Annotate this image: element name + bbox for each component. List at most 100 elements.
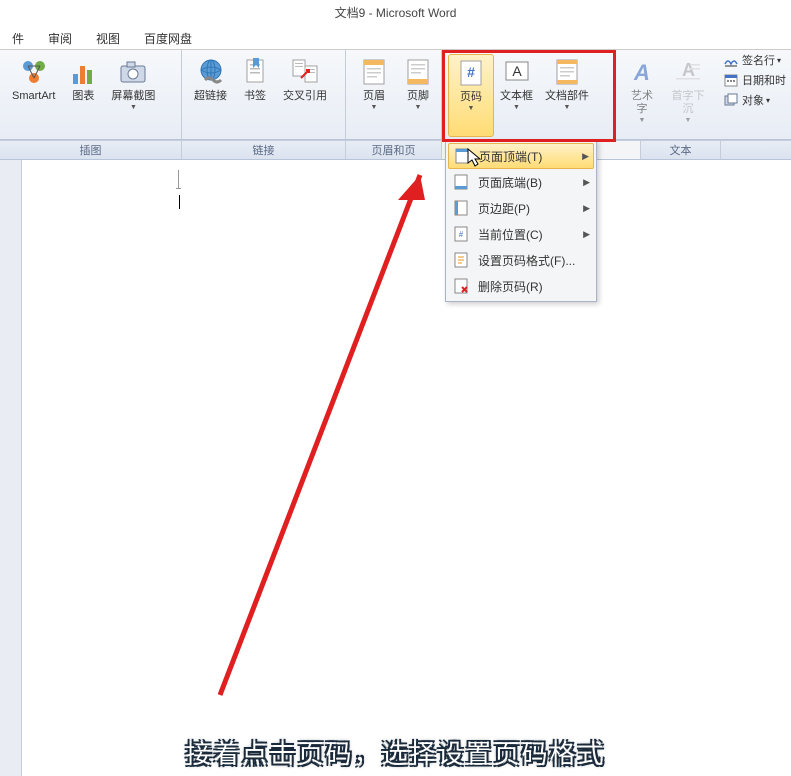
page-icon <box>452 173 470 191</box>
label: SmartArt <box>12 90 55 103</box>
header-icon <box>358 56 390 88</box>
smartart-button[interactable]: SmartArt <box>6 54 61 137</box>
label: 文档部件 <box>545 90 589 103</box>
textbox-button[interactable]: A 文本框 ▼ <box>494 54 539 137</box>
label: 艺术字 <box>626 90 658 116</box>
label: 文本框 <box>500 90 533 103</box>
screenshot-button[interactable]: 屏幕截图 ▼ <box>105 54 161 137</box>
pagenum-icon: # <box>455 57 487 89</box>
chevron-down-icon: ▼ <box>513 104 520 111</box>
remove-icon <box>452 277 470 295</box>
submenu-arrow-icon: ▶ <box>582 151 589 162</box>
signature-icon <box>723 52 739 68</box>
label: 首字下沉 <box>670 90 706 116</box>
menu-current[interactable]: # 当前位置(C) ▶ <box>448 221 594 247</box>
bookmark-button[interactable]: 书签 <box>233 54 277 137</box>
ruler-margin <box>0 160 22 776</box>
svg-text:A: A <box>682 60 695 80</box>
hyperlink-button[interactable]: 超链接 <box>188 54 233 137</box>
crossref-icon <box>289 56 321 88</box>
pagenum-dropdown: 页面顶端(T) ▶ 页面底端(B) ▶ 页边距(P) ▶ # 当前位置(C) ▶… <box>445 140 597 302</box>
menu-item[interactable]: 件 <box>0 26 36 49</box>
menu-item[interactable]: 视图 <box>84 26 132 49</box>
label: 页面底端(B) <box>478 174 542 191</box>
label: 删除页码(R) <box>478 278 543 295</box>
svg-text:A: A <box>512 63 522 79</box>
title-bar: 文档9 - Microsoft Word <box>0 0 791 26</box>
menu-margin[interactable]: 页边距(P) ▶ <box>448 195 594 221</box>
label: 对象 <box>742 92 764 108</box>
group-label-text: 文本 <box>641 141 721 159</box>
label: 页面顶端(T) <box>479 148 542 165</box>
label: 页边距(P) <box>478 200 530 217</box>
page-icon <box>453 147 471 165</box>
header-button[interactable]: 页眉 ▼ <box>352 54 396 137</box>
chart-icon <box>67 56 99 88</box>
submenu-arrow-icon: ▶ <box>583 177 590 188</box>
smartart-icon <box>18 56 50 88</box>
menu-remove[interactable]: 删除页码(R) <box>448 273 594 299</box>
page-icon <box>452 199 470 217</box>
chevron-down-icon: ▼ <box>415 104 422 111</box>
format-icon <box>452 251 470 269</box>
label: 页脚 <box>407 90 429 103</box>
docparts-button[interactable]: 文档部件 ▼ <box>539 54 595 137</box>
group-label-links: 链接 <box>182 141 346 159</box>
label: 书签 <box>244 90 266 103</box>
caption-text: 接着点击页码，选择设置页码格式 <box>185 734 605 771</box>
dropcap-icon: A <box>672 56 704 88</box>
chevron-down-icon: ▼ <box>639 117 646 124</box>
wordart-icon: A <box>626 56 658 88</box>
label: 交叉引用 <box>283 90 327 103</box>
signature-button[interactable]: 签名行▾ <box>719 50 791 70</box>
calendar-icon <box>723 72 739 88</box>
caption-bar: 接着点击页码，选择设置页码格式 <box>0 728 791 776</box>
wordart-button[interactable]: A 艺术字 ▼ <box>620 54 664 137</box>
page-icon: # <box>452 225 470 243</box>
chevron-down-icon: ▼ <box>371 104 378 111</box>
chevron-down-icon: ▼ <box>685 117 692 124</box>
menu-item[interactable]: 审阅 <box>36 26 84 49</box>
label: 页码 <box>460 91 482 104</box>
group-label-headerfooter: 页眉和页 <box>346 141 442 159</box>
bookmark-icon <box>239 56 271 88</box>
document-area[interactable] <box>0 160 791 776</box>
text-cursor <box>179 195 180 209</box>
ribbon: SmartArt 图表 屏幕截图 ▼ 超链接 书签 交叉引用 页眉 <box>0 50 791 140</box>
footer-icon <box>402 56 434 88</box>
chevron-down-icon: ▼ <box>468 105 475 112</box>
svg-text:#: # <box>459 230 464 239</box>
label: 设置页码格式(F)... <box>478 252 575 269</box>
menu-bar: 件 审阅 视图 百度网盘 <box>0 26 791 50</box>
crossref-button[interactable]: 交叉引用 <box>277 54 333 137</box>
label: 当前位置(C) <box>478 226 543 243</box>
chevron-down-icon: ▼ <box>564 104 571 111</box>
footer-button[interactable]: 页脚 ▼ <box>396 54 440 137</box>
pagenum-button[interactable]: # 页码 ▼ <box>448 54 494 137</box>
chevron-down-icon: ▼ <box>130 104 137 111</box>
svg-text:#: # <box>467 64 475 80</box>
svg-text:A: A <box>633 60 650 85</box>
side-panel: 签名行▾ 日期和时 对象▾ <box>719 50 791 110</box>
menu-bottom[interactable]: 页面底端(B) ▶ <box>448 169 594 195</box>
label: 签名行 <box>742 52 775 68</box>
label: 超链接 <box>194 90 227 103</box>
label: 屏幕截图 <box>111 90 155 103</box>
label: 图表 <box>72 90 94 103</box>
submenu-arrow-icon: ▶ <box>583 203 590 214</box>
docparts-icon <box>551 56 583 88</box>
textbox-icon: A <box>501 56 533 88</box>
datetime-button[interactable]: 日期和时 <box>719 70 791 90</box>
submenu-arrow-icon: ▶ <box>583 229 590 240</box>
menu-format[interactable]: 设置页码格式(F)... <box>448 247 594 273</box>
object-icon <box>723 92 739 108</box>
group-label-illustration: 插图 <box>0 141 182 159</box>
chart-button[interactable]: 图表 <box>61 54 105 137</box>
menu-top[interactable]: 页面顶端(T) ▶ <box>448 143 594 169</box>
object-button[interactable]: 对象▾ <box>719 90 791 110</box>
menu-item[interactable]: 百度网盘 <box>132 26 204 49</box>
label: 日期和时 <box>742 72 786 88</box>
globe-icon <box>195 56 227 88</box>
dropcap-button[interactable]: A 首字下沉 ▼ <box>664 54 712 137</box>
label: 页眉 <box>363 90 385 103</box>
